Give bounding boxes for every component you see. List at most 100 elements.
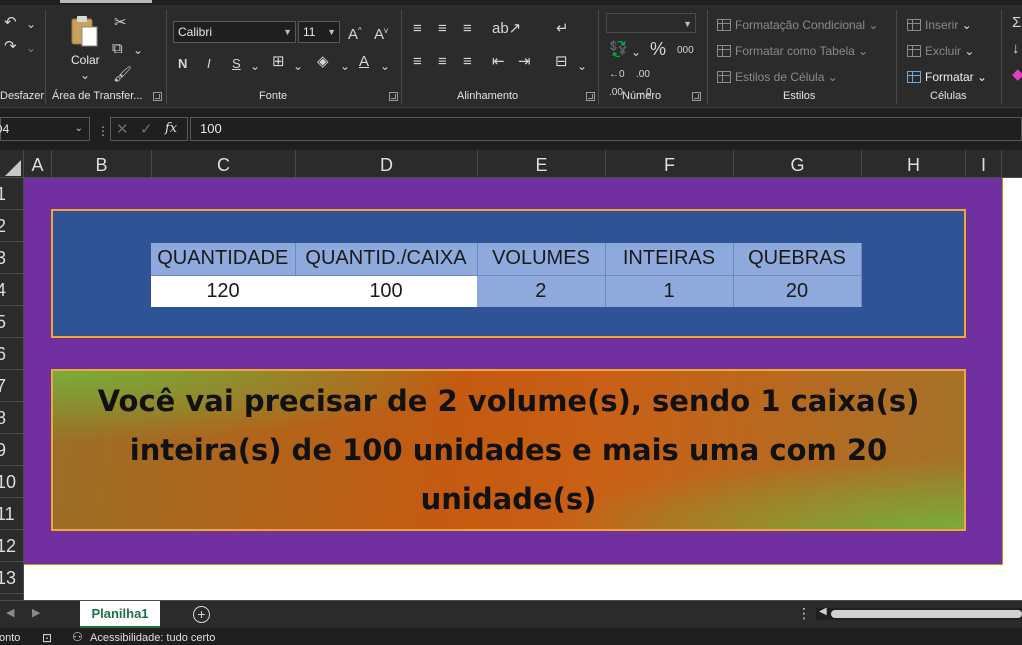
paste-button[interactable] xyxy=(69,14,99,48)
row-header[interactable]: 8 xyxy=(0,402,23,434)
format-as-table-button[interactable]: Formatar como Tabela ⌄ xyxy=(717,43,868,59)
header-cell-quantidade[interactable]: QUANTIDADE xyxy=(151,243,296,276)
conditional-formatting-button[interactable]: Formatação Condicional ⌄ xyxy=(717,17,878,33)
merge-dropdown-icon[interactable]: ⌄ xyxy=(577,57,587,75)
row-header[interactable]: 6 xyxy=(0,338,23,370)
row-header[interactable]: 1 xyxy=(0,178,23,210)
font-color-dropdown-icon[interactable]: ⌄ xyxy=(380,57,390,75)
insert-cells-button[interactable]: Inserir ⌄ xyxy=(907,17,972,33)
underline-button[interactable]: S xyxy=(232,55,241,73)
decrease-font-icon[interactable]: Av xyxy=(374,22,388,44)
accounting-dropdown-icon[interactable]: ⌄ xyxy=(631,43,641,61)
row-header[interactable]: 12 xyxy=(0,530,23,562)
comma-style-icon[interactable]: 000 xyxy=(677,42,694,60)
number-launcher-icon[interactable] xyxy=(692,92,701,101)
align-right-icon[interactable]: ≡ xyxy=(463,53,472,71)
scroll-left-icon[interactable]: ◀ xyxy=(819,606,827,617)
merge-center-icon[interactable]: ⊟ xyxy=(555,53,568,71)
column-header-f[interactable]: F xyxy=(606,150,734,178)
number-format-select[interactable]: ▼ xyxy=(606,13,696,33)
row-header[interactable]: 7 xyxy=(0,370,23,402)
column-header-d[interactable]: D xyxy=(296,150,478,178)
fill-color-icon[interactable]: ◈ xyxy=(317,53,329,71)
remainder-cell[interactable]: 20 xyxy=(733,275,862,307)
quantity-cell[interactable]: 120 xyxy=(151,275,295,307)
tabs-options-icon[interactable]: ⋮ xyxy=(797,605,811,622)
header-cell-quantid-caixa[interactable]: QUANTID./CAIXA xyxy=(295,243,478,276)
cell-styles-button[interactable]: Estilos de Célula ⌄ xyxy=(717,69,838,85)
bold-button[interactable]: N xyxy=(178,55,187,73)
fill-icon[interactable]: ↓ xyxy=(1012,40,1020,58)
macro-record-icon[interactable]: ⊡ xyxy=(42,631,52,645)
format-painter-icon[interactable]: 🖌 xyxy=(113,66,132,84)
column-header-h[interactable]: H xyxy=(862,150,966,178)
header-cell-inteiras[interactable]: INTEIRAS xyxy=(605,243,734,276)
align-center-icon[interactable]: ≡ xyxy=(438,53,447,71)
scroll-tabs-right-icon[interactable]: ▶ xyxy=(32,606,40,619)
row-header[interactable]: 11 xyxy=(0,498,23,530)
accessibility-icon[interactable]: ⚇ xyxy=(72,630,83,644)
select-all-button[interactable] xyxy=(0,150,24,178)
column-header-a[interactable]: A xyxy=(24,150,52,178)
clear-icon[interactable]: ◆ xyxy=(1012,66,1022,84)
quantity-per-box-cell[interactable]: 100 xyxy=(295,275,477,307)
format-cells-button[interactable]: Formatar ⌄ xyxy=(907,69,987,85)
header-cell-volumes[interactable]: VOLUMES xyxy=(477,243,606,276)
fill-color-dropdown-icon[interactable]: ⌄ xyxy=(340,57,350,75)
row-header[interactable]: 5 xyxy=(0,306,23,338)
copy-dropdown-icon[interactable]: ⌄ xyxy=(133,41,143,59)
volumes-cell[interactable]: 2 xyxy=(477,275,606,307)
font-launcher-icon[interactable] xyxy=(389,92,398,101)
align-left-icon[interactable]: ≡ xyxy=(413,53,422,71)
decrease-indent-icon[interactable]: ⇤ xyxy=(492,53,505,71)
result-message-panel[interactable]: Você vai precisar de 2 volume(s), sendo … xyxy=(51,369,966,531)
underline-dropdown-icon[interactable]: ⌄ xyxy=(250,57,260,75)
alignment-launcher-icon[interactable] xyxy=(586,92,595,101)
row-header[interactable]: 3 xyxy=(0,242,23,274)
borders-icon[interactable]: ⊞ xyxy=(272,53,285,71)
insert-function-icon[interactable]: fx xyxy=(165,121,177,136)
font-name-select[interactable]: Calibri ▼ xyxy=(173,21,296,43)
add-sheet-icon[interactable]: + xyxy=(193,606,210,623)
whole-boxes-cell[interactable]: 1 xyxy=(605,275,734,307)
blue-table-panel[interactable]: QUANTIDADE QUANTID./CAIXA VOLUMES INTEIR… xyxy=(51,209,966,338)
delete-cells-button[interactable]: Excluir ⌄ xyxy=(907,43,974,59)
font-color-icon[interactable]: A xyxy=(359,53,369,71)
redo-dropdown-icon[interactable]: ⌄ xyxy=(26,39,36,57)
row-header[interactable]: 4 xyxy=(0,274,23,306)
align-bottom-icon[interactable]: ≡ xyxy=(463,20,472,38)
accounting-format-icon[interactable]: 💱 xyxy=(609,41,628,59)
column-header-c[interactable]: C xyxy=(152,150,296,178)
cancel-icon[interactable]: ✕ xyxy=(116,120,129,138)
accessibility-status[interactable]: Acessibilidade: tudo certo xyxy=(90,632,215,644)
column-header-b[interactable]: B xyxy=(52,150,152,178)
percent-style-icon[interactable]: % xyxy=(650,40,666,58)
autosum-icon[interactable]: Σ xyxy=(1012,14,1021,32)
enter-icon[interactable]: ✓ xyxy=(140,120,153,138)
clipboard-launcher-icon[interactable] xyxy=(153,92,162,101)
scrollbar-thumb[interactable] xyxy=(831,610,1022,618)
worksheet-grid[interactable]: QUANTIDADE QUANTID./CAIXA VOLUMES INTEIR… xyxy=(24,178,1022,600)
sheet-tab-planilha1[interactable]: Planilha1 xyxy=(80,601,160,628)
align-top-icon[interactable]: ≡ xyxy=(413,20,422,38)
increase-indent-icon[interactable]: ⇥ xyxy=(518,53,531,71)
row-header[interactable]: 10 xyxy=(0,466,23,498)
name-box[interactable]: D4 ⌄ xyxy=(0,117,90,141)
undo-dropdown-icon[interactable]: ⌄ xyxy=(26,15,36,33)
redo-icon[interactable]: ↷ xyxy=(4,38,17,56)
borders-dropdown-icon[interactable]: ⌄ xyxy=(293,57,303,75)
increase-font-icon[interactable]: A^ xyxy=(348,22,362,44)
row-header[interactable]: 13 xyxy=(0,562,23,594)
column-header-g[interactable]: G xyxy=(734,150,862,178)
copy-icon[interactable]: ⧉ xyxy=(112,40,123,58)
align-middle-icon[interactable]: ≡ xyxy=(438,20,447,38)
undo-icon[interactable]: ↶ xyxy=(4,14,17,32)
orientation-icon[interactable]: ab↗ xyxy=(492,20,521,38)
header-cell-quebras[interactable]: QUEBRAS xyxy=(733,243,862,276)
wrap-text-icon[interactable]: ↵ xyxy=(556,20,569,38)
formula-input[interactable]: 100 xyxy=(190,117,1022,141)
paste-dropdown-icon[interactable]: ⌄ xyxy=(80,66,90,84)
more-options-icon[interactable]: ⋮ xyxy=(97,124,109,138)
horizontal-scrollbar[interactable]: ◀ xyxy=(816,606,1022,620)
purple-background-range[interactable]: QUANTIDADE QUANTID./CAIXA VOLUMES INTEIR… xyxy=(24,178,1003,565)
